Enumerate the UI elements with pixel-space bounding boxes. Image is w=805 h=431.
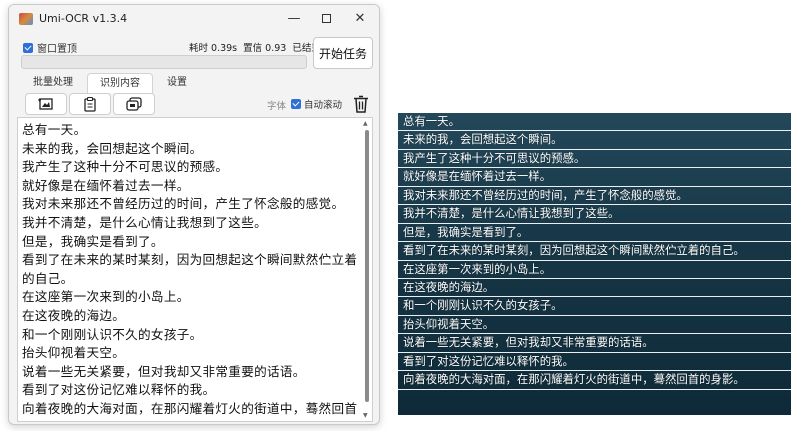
font-label[interactable]: 字体	[267, 98, 286, 112]
checkbox-checked-icon	[23, 42, 33, 53]
subtitle-line: 和一个刚刚认识不久的女孩子。	[398, 297, 791, 316]
autoscroll-label: 自动滚动	[304, 100, 343, 111]
scroll-thumb[interactable]	[365, 130, 369, 402]
tab-settings[interactable]: 设置	[155, 73, 199, 93]
paste-button[interactable]	[69, 93, 111, 115]
subtitle-line: 在这座第一次来到的小岛上。	[398, 261, 791, 279]
screenshot-icon	[38, 98, 53, 110]
screenshot-button[interactable]	[25, 93, 67, 115]
title-bar[interactable]: Umi-OCR v1.3.4 — ✕	[9, 5, 379, 33]
tab-bar: 批量处理 识别内容 设置	[21, 73, 199, 93]
result-line: 就好像是在缅怀着过去一样。	[22, 177, 190, 193]
tab-batch[interactable]: 批量处理	[21, 73, 85, 93]
result-line: 我对未来那还不曾经历过的时间，产生了怀念般的感觉。	[22, 196, 345, 212]
result-line: 我并不清楚，是什么心情让我想到了这些。	[22, 214, 267, 230]
checkbox-checked-icon	[291, 99, 301, 109]
scroll-down-arrow-icon[interactable]: ▼	[363, 412, 368, 419]
start-task-button[interactable]: 开始任务	[313, 37, 373, 69]
subtitle-line: 我并不清楚，是什么心情让我想到了这些。	[398, 205, 791, 224]
result-line: 看到了对这份记忆难以释怀的我。	[22, 382, 216, 398]
close-button[interactable]: ✕	[345, 9, 375, 29]
ocr-stats: 耗时 0.39s 置信 0.93 已结束	[189, 40, 321, 54]
subtitle-line: 我产生了这种十分不可思议的预感。	[398, 150, 791, 169]
tab-results[interactable]: 识别内容	[87, 73, 153, 93]
minimize-button[interactable]: —	[279, 9, 309, 29]
subtitle-line: 未来的我，会回想起这个瞬间。	[398, 131, 791, 150]
clear-button[interactable]	[351, 94, 371, 114]
subtitle-line: 说着一些无关紧要，但对我却又非常重要的话语。	[398, 334, 791, 353]
elapsed-time: 耗时 0.39s	[189, 43, 238, 54]
vertical-scrollbar[interactable]: ▲ ▼	[363, 120, 370, 419]
subtitle-line: 看到了对这份记忆难以释怀的我。	[398, 353, 791, 372]
maximize-icon	[321, 14, 331, 23]
copy-icon	[126, 97, 142, 111]
result-line: 和一个刚刚认识不久的女孩子。	[22, 326, 203, 342]
scroll-up-arrow-icon[interactable]: ▲	[363, 120, 368, 127]
window-title: Umi-OCR v1.3.4	[39, 12, 128, 25]
result-line: 看到了在未来的某时某刻，因为回想起这个瞬间默然伫立着的自己。	[22, 252, 358, 286]
trash-icon	[354, 95, 368, 113]
progress-bar	[21, 55, 307, 69]
result-line: 抬头仰视着天空。	[22, 345, 126, 361]
result-line: 但是，我确实是看到了。	[22, 233, 164, 249]
maximize-button[interactable]	[311, 9, 341, 29]
subtitle-image-panel: 总有一天。 未来的我，会回想起这个瞬间。 我产生了这种十分不可思议的预感。 就好…	[398, 113, 791, 415]
subtitle-line: 看到了在未来的某时某刻，因为回想起这个瞬间默然伫立着的自己。	[398, 242, 791, 261]
ocr-result-textarea[interactable]: 总有一天。 未来的我，会回想起这个瞬间。 我产生了这种十分不可思议的预感。 就好…	[17, 117, 373, 422]
app-logo-icon	[19, 13, 33, 25]
autoscroll-toggle[interactable]: 自动滚动	[291, 97, 342, 111]
subtitle-line: 但是，我确实是看到了。	[398, 224, 791, 243]
result-toolbar: 字体 自动滚动	[17, 93, 373, 117]
subtitle-line: 向着夜晚的大海对面，在那闪耀着灯火的街道中，蓦然回首的身影。	[398, 371, 791, 390]
subtitle-line: 在这夜晚的海边。	[398, 279, 791, 298]
subtitle-line: 我对未来那还不曾经历过的时间，产生了怀念般的感觉。	[398, 187, 791, 206]
result-line: 未来的我，会回想起这个瞬间。	[22, 140, 203, 156]
pin-window-toggle[interactable]: 窗口置顶	[23, 40, 77, 55]
clipboard-icon	[84, 96, 96, 112]
result-line: 在这座第一次来到的小岛上。	[22, 289, 190, 305]
subtitle-line: 抬头仰视着天空。	[398, 316, 791, 335]
result-line: 在这夜晚的海边。	[22, 307, 126, 323]
confidence-score: 置信 0.93	[243, 43, 287, 54]
result-line: 总有一天。	[22, 122, 87, 137]
subtitle-line: 总有一天。	[398, 113, 791, 132]
result-line: 向着夜晚的大海对面，在那闪耀着灯火的街道中，蓦然回首的身影。	[22, 400, 358, 421]
copy-button[interactable]	[113, 93, 155, 115]
ocr-result-lines: 总有一天。 未来的我，会回想起这个瞬间。 我产生了这种十分不可思议的预感。 就好…	[22, 121, 364, 421]
umi-ocr-window: Umi-OCR v1.3.4 — ✕ 窗口置顶 耗时 0.39s 置信 0.93…	[8, 4, 380, 425]
result-line: 说着一些无关紧要，但对我却又非常重要的话语。	[22, 363, 306, 379]
result-line: 我产生了这种十分不可思议的预感。	[22, 159, 229, 175]
subtitle-line: 就好像是在缅怀着过去一样。	[398, 168, 791, 187]
pin-window-label: 窗口置顶	[37, 44, 77, 55]
